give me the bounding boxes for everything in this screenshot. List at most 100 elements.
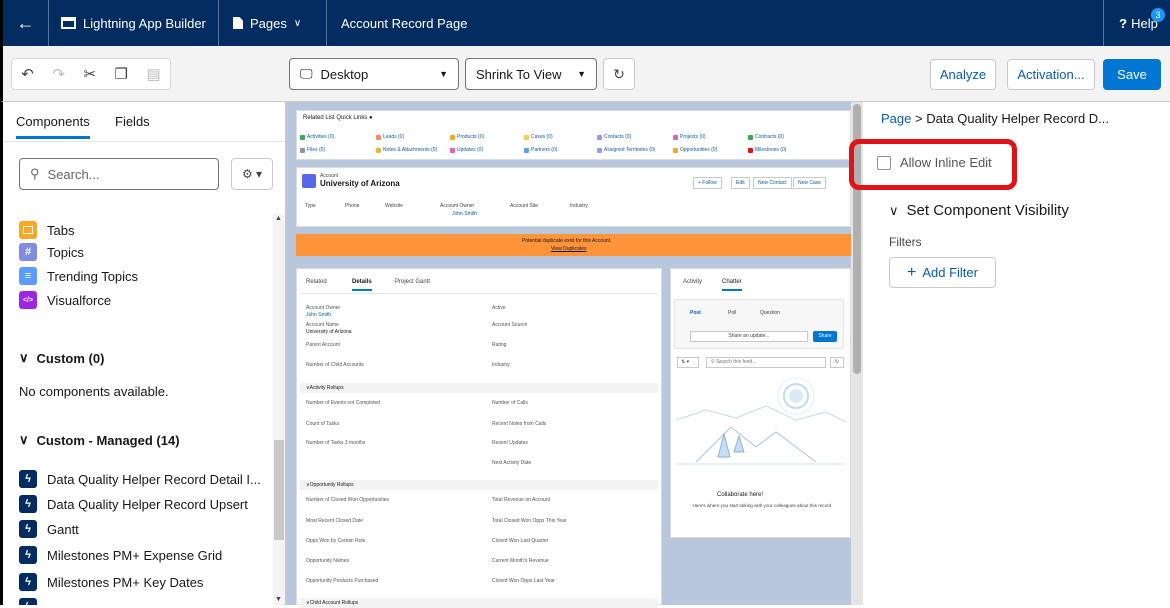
quick-link-icon [673,147,678,153]
duplicate-warning-banner[interactable]: Potential duplicate exist for this Accou… [296,234,851,256]
undo-icon[interactable]: ↶ [21,65,34,83]
collaborate-illustration [676,377,846,465]
quick-link[interactable]: Projects (0) [673,134,706,140]
details-card[interactable] [296,268,662,605]
account-name: University of Arizona [320,179,400,188]
component-item-expense-grid[interactable]: ϟ Milestones PM+ Expense Grid [19,544,222,566]
scroll-up-icon[interactable]: ▲ [275,215,282,222]
quick-link[interactable]: Cases (0) [524,134,553,140]
component-item-visualforce[interactable]: </> Visualforce [19,289,111,311]
copy-icon[interactable]: ❐ [115,65,128,83]
edit-button[interactable]: Edit [731,177,750,189]
record-title: Account Record Page [341,15,468,31]
component-label: Data Quality Helper Record Upsert [47,496,248,512]
field-label: Opps Won by Certain Role [306,538,366,544]
quick-link[interactable]: Files (0) [300,147,325,153]
component-item-tabs[interactable]: Tabs [19,219,74,241]
component-item-key-dates[interactable]: ϟ Milestones PM+ Key Dates [19,571,203,593]
tab-related[interactable]: Related [306,279,327,285]
quick-link[interactable]: Products (0) [450,134,484,140]
palette-scroll-thumb[interactable] [274,440,284,540]
tab-post[interactable]: Post [690,310,701,316]
new-case-button[interactable]: New Case [793,177,827,189]
quick-link[interactable]: Leads (0) [376,134,404,140]
account-highlights-card[interactable] [296,167,851,227]
quick-link[interactable]: Assigned Territories (0) [597,147,655,153]
breadcrumb-page-link[interactable]: Page [881,111,911,126]
activity-rollups-section[interactable]: ∨ Activity Rollups [300,383,658,393]
refresh-button[interactable]: ↻ [603,58,635,90]
managed-header-label: Custom - Managed (14) [36,432,180,448]
view-duplicates-link[interactable]: View Duplicates [551,246,586,252]
owner-link[interactable]: John Smith [452,211,477,217]
quick-link-label: Activities (0) [307,134,335,140]
component-item-dq-record-detail[interactable]: ϟ Data Quality Helper Record Detail I... [19,468,261,490]
redo-icon[interactable]: ↷ [52,65,65,83]
field-label: Total Closed Won Opps This Year [492,518,567,524]
component-item-dq-record-upsert[interactable]: ϟ Data Quality Helper Record Upsert [19,493,248,515]
field-label: Opportunity Products Purchased [306,578,379,584]
share-update-input[interactable]: Share an update... [690,331,808,342]
quick-link[interactable]: Contacts (0) [597,134,631,140]
section-label: Child Account Rollups [309,600,359,606]
field-website: Website [385,203,403,209]
component-visibility-section[interactable]: ∨ Set Component Visibility [889,202,1069,219]
opportunity-rollups-section[interactable]: ∨ Opportunity Rollups [300,480,658,490]
tab-activity[interactable]: Activity [683,279,702,285]
page-icon [233,17,243,29]
field-label: Number of Calls [492,400,528,406]
feed-sort-button[interactable]: ⇅ ▾ [677,357,699,368]
tabs-icon [19,221,37,239]
feed-refresh-button[interactable]: ↻ [830,357,844,368]
palette-scrollbar[interactable] [273,214,285,605]
device-select[interactable]: 🖵 Desktop ▼ [289,58,459,90]
analyze-button[interactable]: Analyze [930,59,996,90]
new-contact-button[interactable]: New Contact [753,177,792,189]
tab-poll[interactable]: Poll [728,310,736,316]
component-item-trending-topics[interactable]: ≡ Trending Topics [19,265,138,287]
tab-project-gantt[interactable]: Project Gantt [395,279,430,285]
component-search-input[interactable]: ⚲ Search... [19,158,219,190]
tab-components[interactable]: Components [16,114,90,139]
cut-icon[interactable]: ✂ [83,65,96,83]
share-button[interactable]: Share [813,331,837,342]
tab-chatter[interactable]: Chatter [722,279,742,291]
child-rollups-section[interactable]: ∨ Child Account Rollups [300,598,658,608]
quick-link-icon [524,147,529,153]
quick-link[interactable]: Milestones (0) [748,147,786,153]
custom-header-label: Custom (0) [36,350,105,366]
quick-link[interactable]: Updates (0) [450,147,483,153]
view-select[interactable]: Shrink To View ▼ [465,58,597,90]
tab-question[interactable]: Question [760,310,780,316]
quick-link[interactable]: Opportunities (0) [673,147,717,153]
tab-details[interactable]: Details [352,279,372,291]
tab-fields[interactable]: Fields [115,114,150,129]
gear-icon: ⚙ ▾ [241,167,263,181]
field-value[interactable]: John Smith [306,312,331,318]
field-label: Closed Won Last Quarter [492,538,549,544]
field-label: Number of Closed Won Opportunities [306,497,390,503]
custom-section-header[interactable]: ∨ Custom (0) [19,350,104,366]
component-label: Milestones PM+ Key Dates [47,574,204,590]
quick-link[interactable]: Contracts (0) [748,134,784,140]
palette-settings-button[interactable]: ⚙ ▾ [231,158,273,190]
back-button[interactable]: ← [3,0,49,46]
component-item-partial[interactable]: ϟ [19,596,37,605]
follow-button[interactable]: + Follow [693,177,722,189]
activation-button[interactable]: Activation... [1007,59,1095,90]
quick-link[interactable]: Partners (0) [524,147,557,153]
help-button[interactable]: ? Help 3 [1103,0,1170,46]
pages-menu[interactable]: Pages ∨ [219,0,327,46]
save-button[interactable]: Save [1103,59,1161,90]
quick-link[interactable]: Activities (0) [300,134,334,140]
feed-search-input[interactable]: ⚲ Search this feed... [706,357,826,368]
builder-toolbar: ↶ ↷ ✂ ❐ ▤ 🖵 Desktop ▼ Shrink To View ▼ ↻… [0,46,1170,102]
component-item-gantt[interactable]: ϟ Gantt [19,518,79,540]
paste-icon[interactable]: ▤ [147,65,161,83]
managed-section-header[interactable]: ∨ Custom - Managed (14) [19,432,180,448]
scroll-down-icon[interactable]: ▼ [275,596,282,603]
breadcrumb-title: Data Quality Helper Record D... [926,111,1110,126]
add-filter-button[interactable]: + Add Filter [889,257,996,288]
component-item-topics[interactable]: # Topics [19,241,84,263]
quick-link[interactable]: Notes & Attachments (0) [376,147,437,153]
